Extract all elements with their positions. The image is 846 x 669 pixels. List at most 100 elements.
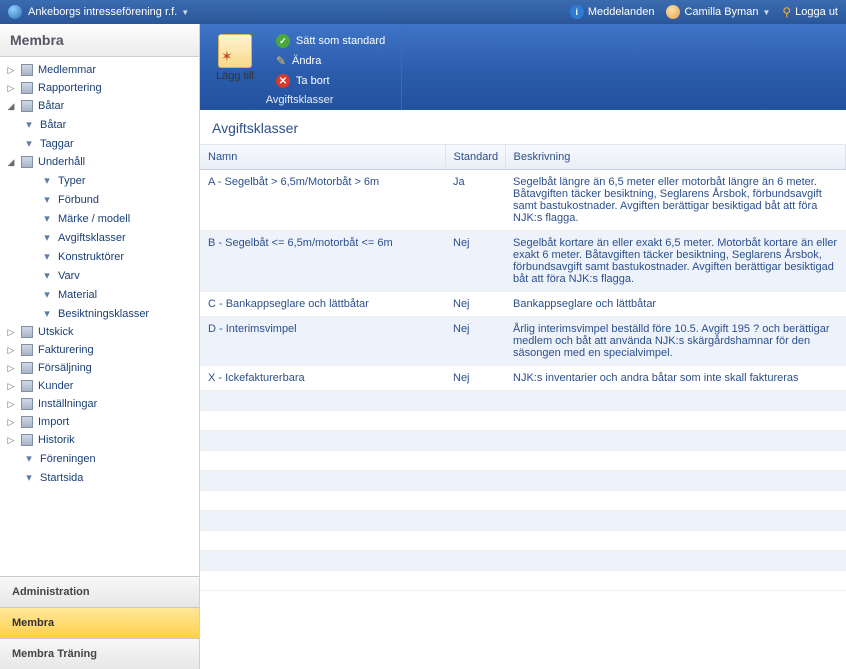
nav-medlemmar[interactable]: ▷Medlemmar	[0, 61, 199, 79]
table-row[interactable]: D - InterimsvimpelNejÅrlig interimsvimpe…	[200, 317, 846, 366]
book-icon	[20, 398, 34, 410]
panel-membra-traning[interactable]: Membra Träning	[0, 638, 199, 669]
cell-name: B - Segelbåt <= 6,5m/motorbåt <= 6m	[200, 231, 445, 292]
expand-icon: ▷	[6, 435, 16, 446]
col-description[interactable]: Beskrivning	[505, 145, 846, 170]
nav-kunder[interactable]: ▷Kunder	[0, 377, 199, 395]
nav-historik[interactable]: ▷Historik	[0, 431, 199, 449]
edit-label: Ändra	[292, 55, 321, 67]
filter-icon: ▾	[22, 452, 36, 465]
collapse-icon: ◢	[6, 101, 16, 112]
nav-taggar[interactable]: ▾Taggar	[0, 134, 199, 153]
table-row[interactable]: B - Segelbåt <= 6,5m/motorbåt <= 6mNejSe…	[200, 231, 846, 292]
nav-avgiftsklasser[interactable]: ▾Avgiftsklasser	[0, 228, 199, 247]
data-grid: Namn Standard Beskrivning A - Segelbåt >…	[200, 145, 846, 669]
messages-label: Meddelanden	[588, 6, 655, 18]
org-icon	[8, 5, 22, 19]
user-menu[interactable]: Camilla Byman ▼	[666, 5, 770, 19]
logout-label: Logga ut	[795, 6, 838, 18]
filter-icon: ▾	[22, 137, 36, 150]
table-row-empty	[200, 571, 846, 591]
nav-varv[interactable]: ▾Varv	[0, 266, 199, 285]
nav-besiktningsklasser[interactable]: ▾Besiktningsklasser	[0, 304, 199, 323]
table-row-empty	[200, 451, 846, 471]
check-icon: ✓	[276, 34, 290, 48]
expand-icon: ▷	[6, 83, 16, 94]
nav-underhall[interactable]: ◢Underhåll	[0, 153, 199, 171]
filter-icon: ▾	[40, 250, 54, 263]
cell-description: Årlig interimsvimpel beställd före 10.5.…	[505, 317, 846, 366]
table-row-empty	[200, 531, 846, 551]
org-name: Ankeborgs intresseförening r.f.	[28, 6, 177, 18]
nav-tree: ▷Medlemmar ▷Rapportering ◢Båtar ▾Båtar ▾…	[0, 57, 199, 576]
cell-description: Segelbåt längre än 6,5 meter eller motor…	[505, 170, 846, 231]
cell-standard: Nej	[445, 292, 505, 317]
add-button[interactable]: ✶ Lägg till	[208, 30, 262, 90]
nav-forsaljning[interactable]: ▷Försäljning	[0, 359, 199, 377]
expand-icon: ▷	[6, 363, 16, 374]
book-icon	[20, 344, 34, 356]
user-name: Camilla Byman	[684, 6, 758, 18]
edit-button[interactable]: ✎ Ändra	[270, 52, 391, 70]
cell-name: X - Ickefakturerbara	[200, 366, 445, 391]
nav-foreningen[interactable]: ▾Föreningen	[0, 449, 199, 468]
user-icon	[666, 5, 680, 19]
table-row-empty	[200, 471, 846, 491]
cell-description: Segelbåt kortare än eller exakt 6,5 mete…	[505, 231, 846, 292]
nav-utskick[interactable]: ▷Utskick	[0, 323, 199, 341]
set-default-label: Sätt som standard	[296, 35, 385, 47]
table-row-empty	[200, 431, 846, 451]
nav-startsida[interactable]: ▾Startsida	[0, 468, 199, 487]
book-icon	[20, 380, 34, 392]
filter-icon: ▾	[40, 269, 54, 282]
delete-button[interactable]: ✕ Ta bort	[270, 72, 391, 90]
content-area: ✶ Lägg till ✓ Sätt som standard ✎ Ändra	[200, 24, 846, 669]
nav-import[interactable]: ▷Import	[0, 413, 199, 431]
col-name[interactable]: Namn	[200, 145, 445, 170]
org-dropdown[interactable]: Ankeborgs intresseförening r.f. ▼	[28, 6, 189, 18]
logout-link[interactable]: ⚲ Logga ut	[782, 5, 838, 19]
cell-name: A - Segelbåt > 6,5m/Motorbåt > 6m	[200, 170, 445, 231]
nav-rapportering[interactable]: ▷Rapportering	[0, 79, 199, 97]
pencil-icon: ✎	[276, 54, 286, 68]
collapse-icon: ◢	[6, 157, 16, 168]
book-icon	[20, 362, 34, 374]
book-icon	[20, 64, 34, 76]
table-row[interactable]: A - Segelbåt > 6,5m/Motorbåt > 6mJaSegel…	[200, 170, 846, 231]
filter-icon: ▾	[40, 307, 54, 320]
table-row[interactable]: X - IckefakturerbaraNejNJK:s inventarier…	[200, 366, 846, 391]
nav-material[interactable]: ▾Material	[0, 285, 199, 304]
set-default-button[interactable]: ✓ Sätt som standard	[270, 32, 391, 50]
table-row-empty	[200, 411, 846, 431]
messages-link[interactable]: i Meddelanden	[570, 5, 655, 19]
star-icon: ✶	[221, 48, 233, 65]
add-document-icon: ✶	[218, 34, 252, 68]
nav-fakturering[interactable]: ▷Fakturering	[0, 341, 199, 359]
filter-icon: ▾	[22, 118, 36, 131]
delete-label: Ta bort	[296, 75, 330, 87]
chevron-down-icon: ▼	[181, 8, 189, 17]
table-row-empty	[200, 511, 846, 531]
top-bar: Ankeborgs intresseförening r.f. ▼ i Medd…	[0, 0, 846, 24]
cell-standard: Nej	[445, 231, 505, 292]
nav-batar[interactable]: ◢Båtar	[0, 97, 199, 115]
nav-batar-sub[interactable]: ▾Båtar	[0, 115, 199, 134]
nav-installningar[interactable]: ▷Inställningar	[0, 395, 199, 413]
add-label: Lägg till	[216, 70, 254, 82]
expand-icon: ▷	[6, 327, 16, 338]
nav-konstruktorer[interactable]: ▾Konstruktörer	[0, 247, 199, 266]
sidebar: Membra ▷Medlemmar ▷Rapportering ◢Båtar ▾…	[0, 24, 200, 669]
nav-typer[interactable]: ▾Typer	[0, 171, 199, 190]
nav-forbund[interactable]: ▾Förbund	[0, 190, 199, 209]
panel-membra[interactable]: Membra	[0, 607, 199, 638]
table-row[interactable]: C - Bankappseglare och lättbåtarNejBanka…	[200, 292, 846, 317]
nav-marke[interactable]: ▾Märke / modell	[0, 209, 199, 228]
ribbon: ✶ Lägg till ✓ Sätt som standard ✎ Ändra	[200, 24, 846, 110]
chevron-down-icon: ▼	[762, 8, 770, 17]
bottom-panels: Administration Membra Membra Träning	[0, 576, 199, 669]
panel-administration[interactable]: Administration	[0, 576, 199, 607]
cell-standard: Nej	[445, 317, 505, 366]
filter-icon: ▾	[40, 231, 54, 244]
filter-icon: ▾	[22, 471, 36, 484]
col-standard[interactable]: Standard	[445, 145, 505, 170]
